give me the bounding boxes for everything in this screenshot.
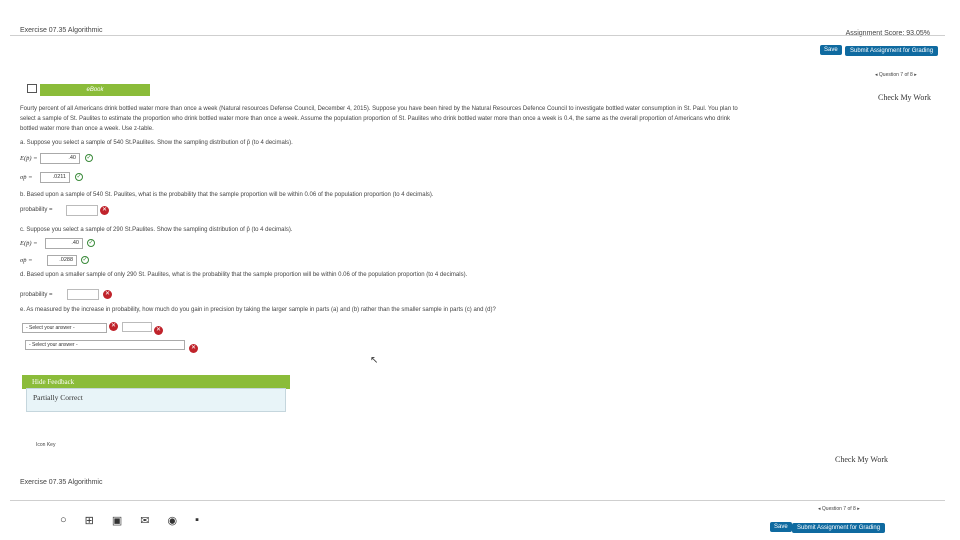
probability-label-d: probability =: [20, 292, 53, 298]
task-view-icon[interactable]: ⊞: [85, 514, 94, 527]
correct-check-icon: ✓: [87, 239, 95, 247]
check-my-work-button-bottom[interactable]: Check My Work: [835, 455, 888, 464]
check-my-work-button[interactable]: Check My Work: [878, 93, 931, 102]
store-bag-icon[interactable]: ▣: [112, 514, 122, 527]
part-a-question: a. Suppose you select a sample of 540 St…: [20, 140, 293, 146]
answer-select-2[interactable]: - Select your answer -: [25, 340, 185, 350]
exercise-title-bottom: Exercise 07.35 Algorithmic: [20, 479, 103, 486]
probability-input-d[interactable]: [67, 289, 99, 300]
part-e-question: e. As measured by the increase in probab…: [20, 307, 496, 313]
problem-intro-line-1: Fourty percent of all Americans drink bo…: [20, 106, 738, 112]
mouse-cursor-icon: ↖: [370, 355, 379, 366]
footer-divider: [10, 500, 945, 501]
incorrect-x-icon: ✕: [100, 206, 109, 215]
problem-intro-line-3: bottled water more than once a week. Use…: [20, 126, 154, 132]
sigma-p-label-a: σp̄ =: [20, 174, 33, 181]
exercise-title: Exercise 07.35 Algorithmic: [20, 27, 103, 34]
sigma-p-label-c: σp̄ =: [20, 257, 33, 264]
sigma-p-input-a[interactable]: .0211: [40, 172, 70, 183]
incorrect-x-icon: ✕: [103, 290, 112, 299]
answer-select-1[interactable]: - Select your answer -: [22, 323, 107, 333]
hide-feedback-toggle[interactable]: Hide Feedback: [22, 375, 290, 389]
expected-p-input-a[interactable]: .40: [40, 153, 80, 164]
submit-assignment-button[interactable]: Submit Assignment for Grading: [845, 46, 939, 56]
blank-input[interactable]: [122, 322, 152, 332]
save-button[interactable]: Save: [820, 45, 842, 55]
correct-check-icon: ✓: [85, 154, 93, 162]
chrome-icon[interactable]: ◉: [168, 514, 178, 527]
part-c-question: c. Suppose you select a sample of 290 St…: [20, 227, 293, 233]
start-circle-icon[interactable]: ○: [60, 514, 67, 526]
expected-p-input-c[interactable]: .40: [45, 238, 83, 249]
expected-p-label-c: E(p̄) =: [20, 240, 38, 247]
incorrect-x-icon: ✕: [154, 326, 163, 335]
incorrect-x-icon: ✕: [109, 322, 118, 331]
probability-input-b[interactable]: [66, 205, 98, 216]
incorrect-x-icon: ✕: [189, 344, 198, 353]
ebook-icon[interactable]: [27, 84, 37, 93]
submit-assignment-button-bottom[interactable]: Submit Assignment for Grading: [792, 523, 886, 533]
app-icon[interactable]: ▪: [195, 514, 199, 526]
taskbar: ○ ⊞ ▣ ✉ ◉ ▪: [60, 510, 199, 530]
sigma-p-input-c[interactable]: .0288: [47, 255, 77, 266]
expected-p-label-a: E(p̄) =: [20, 155, 38, 162]
mail-icon[interactable]: ✉: [140, 514, 149, 527]
save-button-bottom[interactable]: Save: [770, 522, 792, 532]
part-d-question: d. Based upon a smaller sample of only 2…: [20, 272, 468, 278]
probability-label-b: probability =: [20, 207, 53, 213]
correct-check-icon: ✓: [75, 173, 83, 181]
part-b-question: b. Based upon a sample of 540 St. Paulit…: [20, 192, 434, 198]
question-navigation[interactable]: ◂ Question 7 of 8 ▸: [875, 72, 917, 78]
question-navigation-bottom[interactable]: ◂ Question 7 of 8 ▸: [818, 506, 860, 512]
correct-check-icon: ✓: [81, 256, 89, 264]
header-divider: [10, 35, 945, 36]
icon-key-link[interactable]: Icon Key: [36, 442, 55, 448]
feedback-status: Partially Correct: [26, 388, 286, 412]
problem-intro-line-2: select a sample of St. Paulites to estim…: [20, 116, 731, 122]
ebook-link[interactable]: eBook: [40, 84, 150, 96]
